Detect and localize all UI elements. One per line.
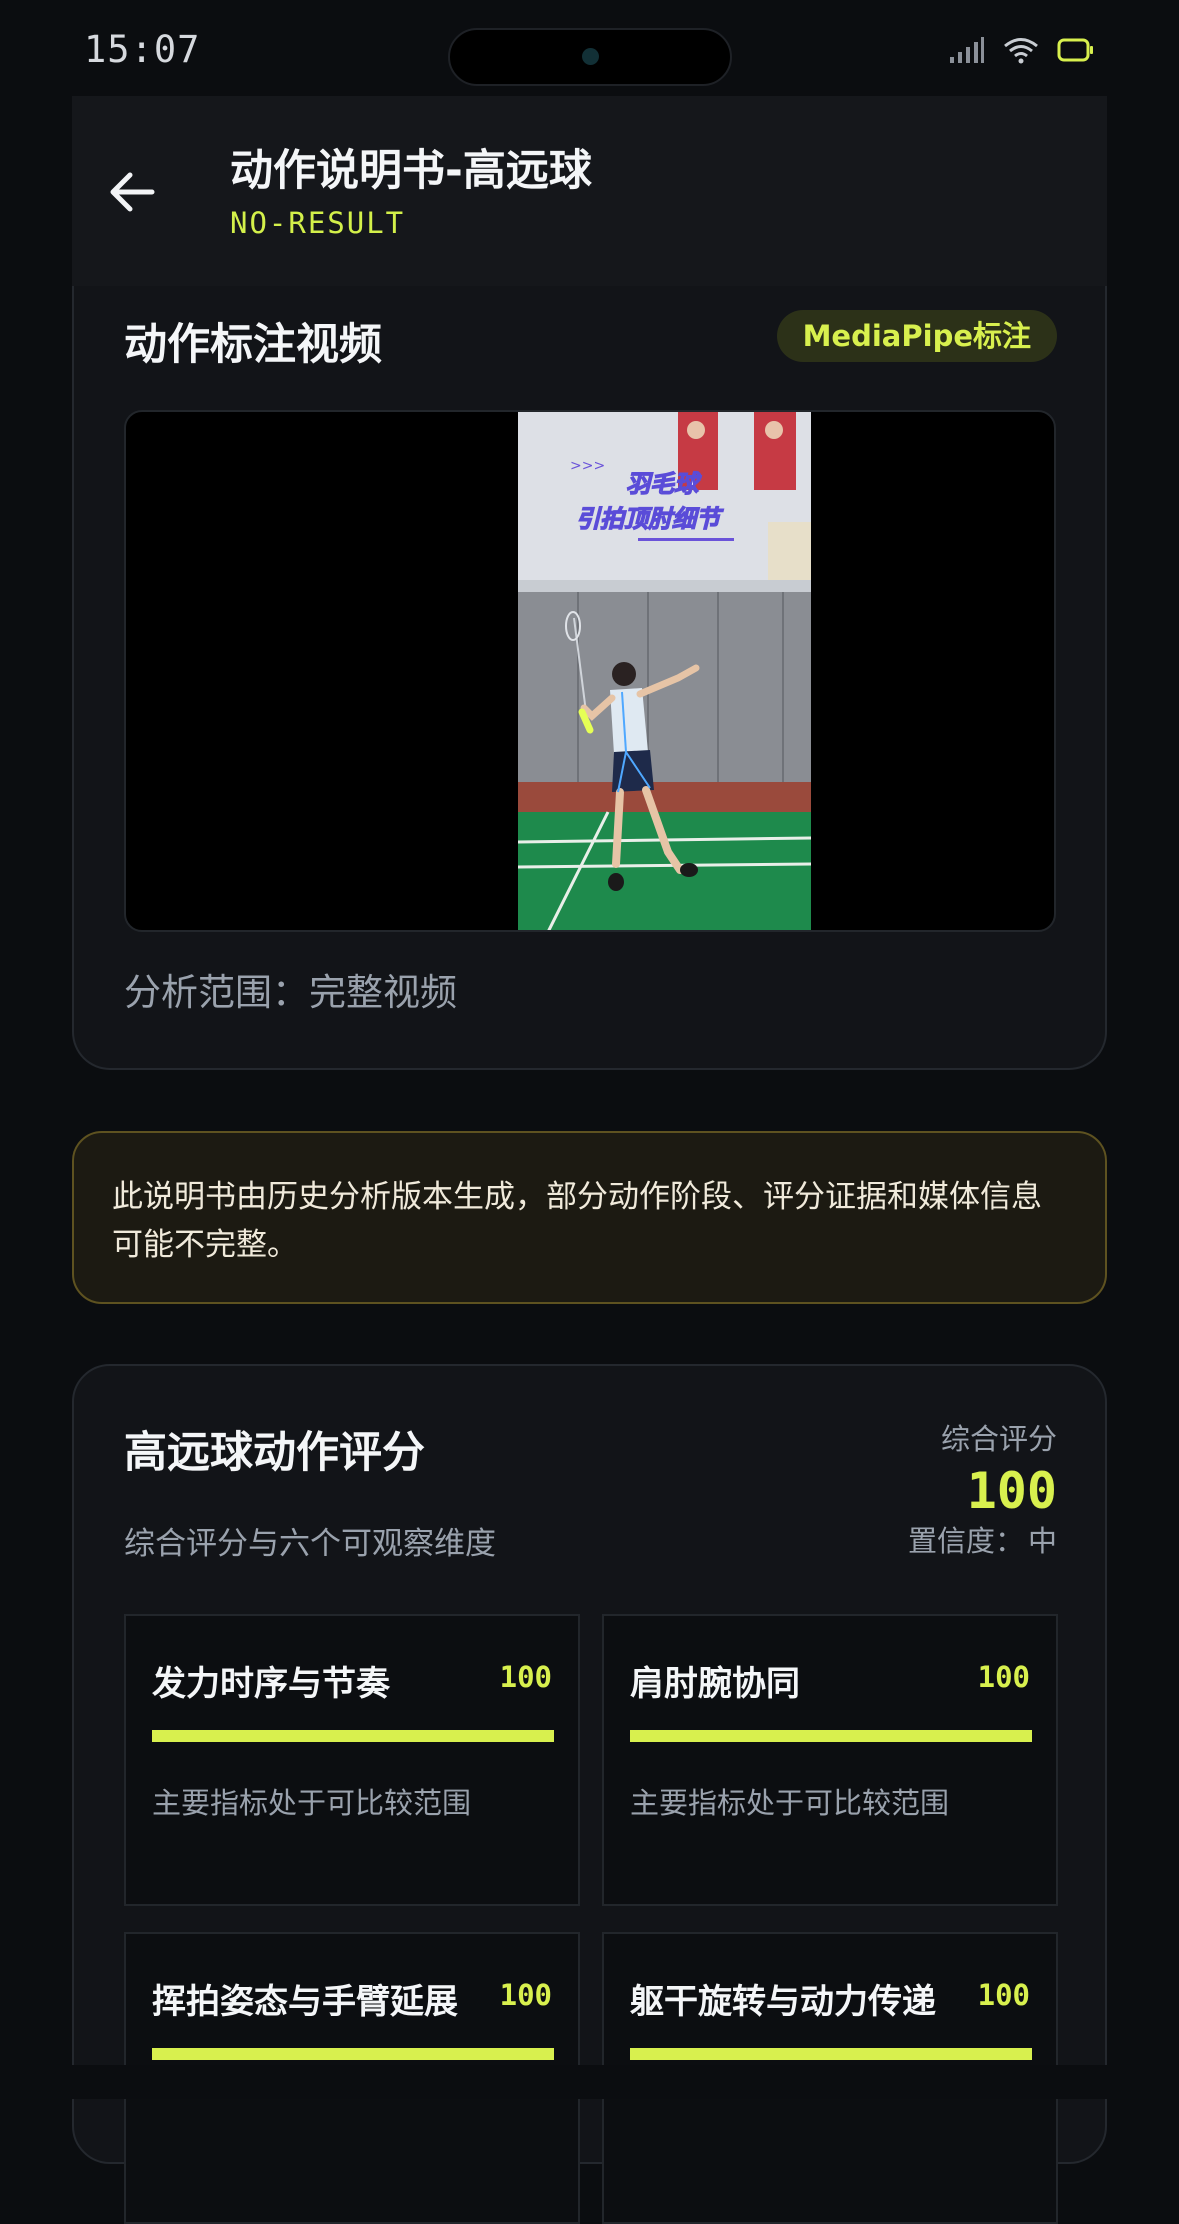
confidence-value: 中	[1027, 1524, 1057, 1558]
dimension-progress-track	[152, 1730, 554, 1742]
video-card: 动作标注视频 MediaPipe标注 >>> 羽毛球 引拍顶肘细节 分析范围：完…	[72, 286, 1107, 1070]
annotated-video-player[interactable]: >>> 羽毛球 引拍顶肘细节	[124, 410, 1056, 932]
dimension-score: 100	[499, 1660, 552, 1694]
confidence: 置信度：中	[908, 1518, 1057, 1560]
svg-text:>>>: >>>	[570, 458, 605, 474]
dimension-score: 100	[977, 1660, 1030, 1694]
wifi-icon	[1004, 38, 1038, 64]
status-icons	[949, 36, 1095, 64]
analysis-range: 分析范围：完整视频	[124, 962, 457, 1016]
cellular-signal-icon	[950, 37, 984, 63]
page-title: 动作说明书-高远球	[230, 146, 592, 196]
dynamic-island	[448, 28, 732, 86]
dimension-score: 100	[499, 1978, 552, 2012]
arrow-left-icon[interactable]	[106, 166, 158, 218]
range-label: 分析范围：	[124, 971, 309, 1014]
dimension-progress-track	[630, 2048, 1032, 2060]
dimension-name: 肩肘腕协同	[630, 1664, 800, 1704]
dimension-card[interactable]: 肩肘腕协同 100 主要指标处于可比较范围	[602, 1614, 1058, 1906]
video-section-title: 动作标注视频	[124, 320, 382, 370]
dimension-progress-track	[152, 2048, 554, 2060]
overall-score-value: 100	[966, 1462, 1057, 1520]
app-header: 动作说明书-高远球 NO-RESULT	[72, 96, 1107, 288]
score-section-subtitle: 综合评分与六个可观察维度	[124, 1526, 496, 1562]
history-version-notice: 此说明书由历史分析版本生成，部分动作阶段、评分证据和媒体信息可能不完整。	[72, 1131, 1107, 1304]
status-time: 15:07	[84, 28, 201, 71]
dimension-name: 躯干旋转与动力传递	[630, 1982, 936, 2022]
range-value: 完整视频	[309, 971, 457, 1014]
badminton-player-frame: >>> 羽毛球 引拍顶肘细节	[518, 412, 811, 930]
confidence-label: 置信度：	[907, 1524, 1024, 1558]
result-status: NO-RESULT	[230, 206, 406, 240]
dimension-progress-fill	[152, 2048, 554, 2060]
video-overlay-subtitle: 引拍顶肘细节	[576, 505, 724, 533]
status-bar: 15:07	[0, 0, 1179, 100]
dimension-progress-fill	[630, 1730, 1032, 1742]
dimension-note: 主要指标处于可比较范围	[152, 1786, 472, 1820]
dimension-note: 主要指标处于可比较范围	[630, 1786, 950, 1820]
video-overlay-title: 羽毛球	[626, 470, 702, 498]
dimension-progress-fill	[630, 2048, 1032, 2060]
overall-score-label: 综合评分	[940, 1422, 1057, 1456]
score-card: 高远球动作评分 综合评分与六个可观察维度 综合评分 100 置信度：中 发力时序…	[72, 1364, 1107, 2224]
dimension-name: 挥拍姿态与手臂延展	[152, 1982, 458, 2022]
dimension-progress-fill	[152, 1730, 554, 1742]
dimension-card[interactable]: 发力时序与节奏 100 主要指标处于可比较范围	[124, 1614, 580, 1906]
battery-icon	[1057, 38, 1093, 62]
dimension-progress-track	[630, 1730, 1032, 1742]
dimension-score: 100	[977, 1978, 1030, 2012]
score-section-title: 高远球动作评分	[124, 1428, 425, 1478]
notice-text: 此说明书由历史分析版本生成，部分动作阶段、评分证据和媒体信息可能不完整。	[112, 1179, 1042, 1263]
dimension-name: 发力时序与节奏	[152, 1664, 390, 1704]
video-frame-image: >>> 羽毛球 引拍顶肘细节	[518, 412, 811, 930]
bottom-safe-area	[0, 2065, 1179, 2099]
camera-dot	[582, 48, 599, 65]
mediapipe-badge[interactable]: MediaPipe标注	[776, 310, 1057, 362]
